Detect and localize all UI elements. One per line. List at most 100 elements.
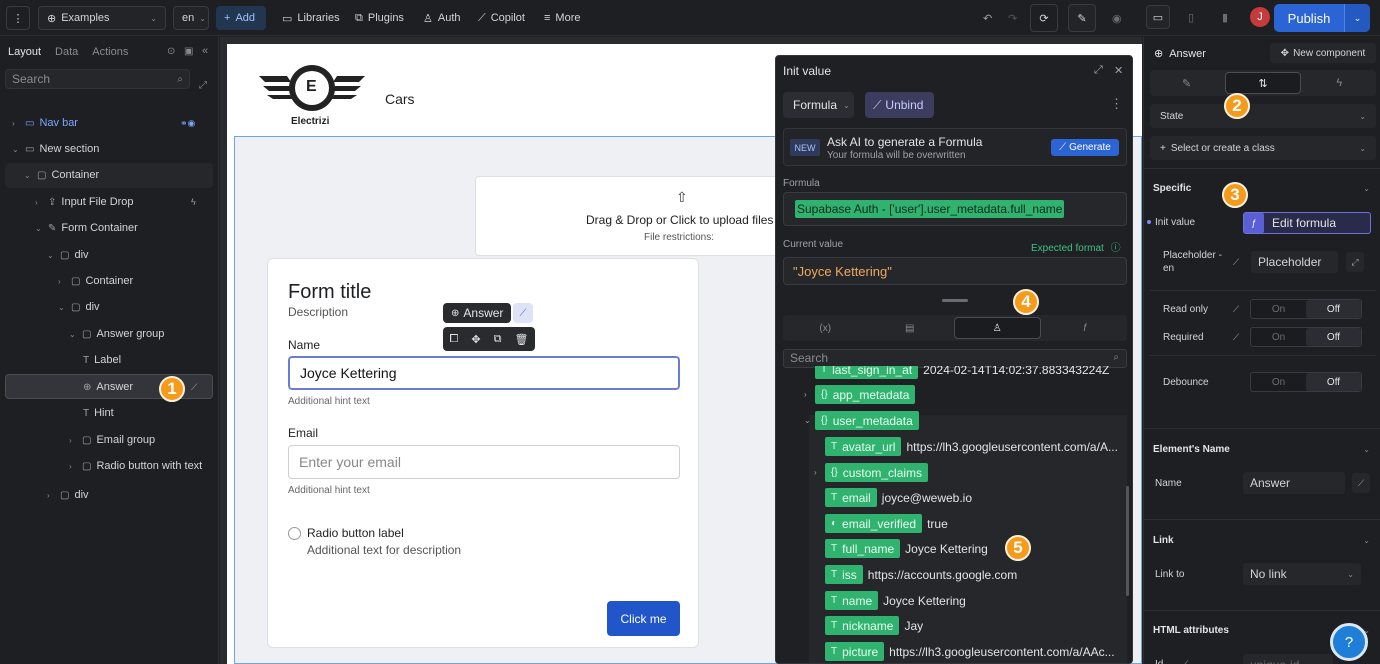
- tree-node-iss[interactable]: Tiss https://accounts.google.com: [825, 565, 1017, 584]
- wrap-icon[interactable]: ⧠: [450, 333, 459, 346]
- tree-node-email[interactable]: Temail joyce@weweb.io: [825, 488, 972, 507]
- tree-item-nav-bar[interactable]: › ▭ Nav bar: [12, 111, 78, 135]
- toggle-off[interactable]: Off: [1306, 373, 1361, 391]
- formula-mode-select[interactable]: Formula ⌄: [783, 92, 854, 118]
- tablet-view-icon[interactable]: ▯: [1180, 5, 1202, 29]
- bind-wand-icon[interactable]: ⟋: [513, 303, 533, 323]
- link-to-select[interactable]: No link ⌄: [1243, 563, 1361, 585]
- duplicate-icon[interactable]: ⧉: [494, 333, 502, 346]
- debounce-toggle[interactable]: On Off: [1250, 372, 1362, 392]
- tree-item-answer[interactable]: ⊕ Answer: [70, 375, 133, 399]
- expand-icon[interactable]: ⤢: [1346, 252, 1364, 272]
- desktop-view-icon[interactable]: ▭: [1146, 5, 1170, 29]
- class-select[interactable]: + Select or create a class ⌄: [1150, 136, 1376, 160]
- publish-button[interactable]: Publish ⌄: [1274, 4, 1370, 32]
- user-icon[interactable]: ♙: [954, 317, 1041, 339]
- more-vertical-icon[interactable]: ⋮: [1110, 96, 1123, 112]
- plugins-button[interactable]: ⧉ Plugins: [347, 6, 412, 30]
- style-tab-brush-icon[interactable]: ✎: [1150, 70, 1223, 96]
- expand-icon[interactable]: ⤢: [199, 80, 207, 91]
- tree-item-answer-group[interactable]: ⌄ ▢ Answer group: [69, 322, 164, 346]
- move-icon[interactable]: ✥: [471, 333, 480, 346]
- chevron-right-icon[interactable]: ›: [804, 390, 807, 399]
- toggle-on[interactable]: On: [1251, 300, 1306, 318]
- radio-button[interactable]: [288, 527, 301, 540]
- answer-input[interactable]: Joyce Kettering: [281, 349, 687, 397]
- tree-scrollbar[interactable]: [1126, 486, 1129, 596]
- workflow-tab-bolt-icon[interactable]: ϟ: [1303, 70, 1376, 96]
- generate-button[interactable]: ⟋ Generate: [1051, 139, 1119, 156]
- email-input[interactable]: Enter your email: [288, 445, 680, 479]
- function-icon[interactable]: f: [1043, 315, 1128, 341]
- tree-node-email-verified[interactable]: ◐ email_verified true: [825, 514, 948, 533]
- libraries-button[interactable]: ▭ Libraries: [274, 6, 348, 30]
- formula-editor[interactable]: Supabase Auth - ['user'].user_metadata.f…: [783, 192, 1127, 226]
- avatar[interactable]: J: [1250, 7, 1270, 27]
- chevron-right-icon[interactable]: ›: [814, 468, 817, 477]
- resize-handle[interactable]: [942, 299, 968, 302]
- collapse-icon[interactable]: «: [202, 45, 208, 57]
- state-select[interactable]: State ⌄: [1150, 104, 1376, 128]
- formula-chip[interactable]: Supabase Auth - ['user'].user_metadata.f…: [795, 200, 1065, 218]
- trash-icon[interactable]: 🗑: [515, 333, 529, 346]
- toggle-off[interactable]: Off: [1306, 300, 1361, 318]
- mobile-view-icon[interactable]: ▮: [1214, 5, 1236, 29]
- tab-data[interactable]: Data: [55, 46, 78, 58]
- variables-icon[interactable]: (x): [783, 315, 868, 341]
- id-input[interactable]: unique-id: [1243, 654, 1333, 664]
- settings-tab-sliders-icon[interactable]: ⇅: [1225, 72, 1301, 94]
- copilot-button[interactable]: ⟋ Copilot: [470, 6, 533, 30]
- tree-item-div[interactable]: ⌄ ▢ div: [47, 243, 89, 267]
- chevron-down-icon[interactable]: ⌄: [1344, 4, 1370, 32]
- tree-item-div-inner[interactable]: ⌄ ▢ div: [58, 295, 100, 319]
- tree-item-container[interactable]: ⌄ ▢ Container: [24, 163, 99, 187]
- project-select[interactable]: ⊕ Examples ⌄: [38, 6, 166, 30]
- tree-node-custom-claims[interactable]: {} custom_claims: [825, 463, 929, 482]
- bind-wand-icon[interactable]: ⟋: [1228, 329, 1244, 345]
- chevron-down-icon[interactable]: ⌄: [1363, 536, 1370, 545]
- placeholder-input[interactable]: Placeholder: [1251, 251, 1338, 273]
- redo-icon[interactable]: ↷: [1000, 6, 1025, 30]
- read-only-toggle[interactable]: On Off: [1250, 299, 1362, 319]
- toggle-on[interactable]: On: [1251, 373, 1306, 391]
- tree-node-full-name[interactable]: Tfull_name Joyce Kettering: [825, 539, 988, 558]
- element-name-section-title[interactable]: Element's Name: [1153, 444, 1230, 455]
- selected-element-tag[interactable]: ⊕ Answer: [443, 303, 512, 323]
- tree-item-container-inner[interactable]: › ▢ Container: [58, 269, 133, 293]
- close-icon[interactable]: ✕: [1114, 64, 1123, 77]
- link-section-title[interactable]: Link: [1153, 535, 1174, 546]
- tree-node-last-sign-in[interactable]: Tlast_sign_in_at 2024-02-14T14:02:37.883…: [815, 366, 1109, 379]
- bind-wand-icon[interactable]: ⟋: [1177, 656, 1193, 664]
- new-component-button[interactable]: ✥ New component: [1270, 43, 1376, 63]
- tab-actions[interactable]: Actions: [92, 46, 128, 58]
- bind-wand-icon[interactable]: ⟋: [1352, 473, 1370, 493]
- tree-item-input-file-drop[interactable]: › ⇪ Input File Drop: [35, 190, 134, 214]
- tree-item-div-2[interactable]: › ▢ div: [47, 483, 89, 507]
- menu-button[interactable]: ⋮: [6, 6, 30, 30]
- layer-search-input[interactable]: Search ⌕: [5, 69, 190, 89]
- bind-wand-icon[interactable]: ⟋: [1228, 254, 1244, 270]
- tree-item-hint[interactable]: T Hint: [70, 401, 114, 425]
- html-attributes-section-title[interactable]: HTML attributes: [1153, 625, 1229, 636]
- panel-icon[interactable]: ▣: [184, 46, 193, 57]
- tree-node-user-metadata[interactable]: {} user_metadata: [815, 411, 919, 430]
- tree-node-app-metadata[interactable]: {} app_metadata: [815, 385, 916, 404]
- pin-icon[interactable]: ⊙: [167, 46, 175, 57]
- toggle-on[interactable]: On: [1251, 328, 1306, 346]
- preview-eye-icon[interactable]: ◉: [1104, 6, 1130, 30]
- tree-item-new-section[interactable]: ⌄ ▭ New section: [12, 137, 99, 161]
- tab-layout[interactable]: Layout: [8, 46, 41, 58]
- chevron-down-icon[interactable]: ⌄: [1363, 445, 1370, 454]
- toggle-off[interactable]: Off: [1306, 328, 1361, 346]
- refresh-icon[interactable]: ⟳: [1030, 4, 1058, 32]
- edit-mode-icon[interactable]: ✎: [1068, 4, 1096, 32]
- tree-node-name[interactable]: Tname Joyce Kettering: [825, 591, 966, 610]
- nav-link-cars[interactable]: Cars: [385, 91, 415, 107]
- chevron-down-icon[interactable]: ⌄: [804, 416, 811, 425]
- more-button[interactable]: ≡ More: [536, 6, 588, 30]
- expected-format-link[interactable]: Expected format ⓘ: [1031, 239, 1121, 254]
- undo-icon[interactable]: ↶: [975, 6, 1000, 30]
- tree-node-picture[interactable]: Tpicture https://lh3.googleusercontent.c…: [825, 642, 1115, 661]
- required-toggle[interactable]: On Off: [1250, 327, 1362, 347]
- unbind-button[interactable]: ⟋ Unbind: [865, 92, 934, 118]
